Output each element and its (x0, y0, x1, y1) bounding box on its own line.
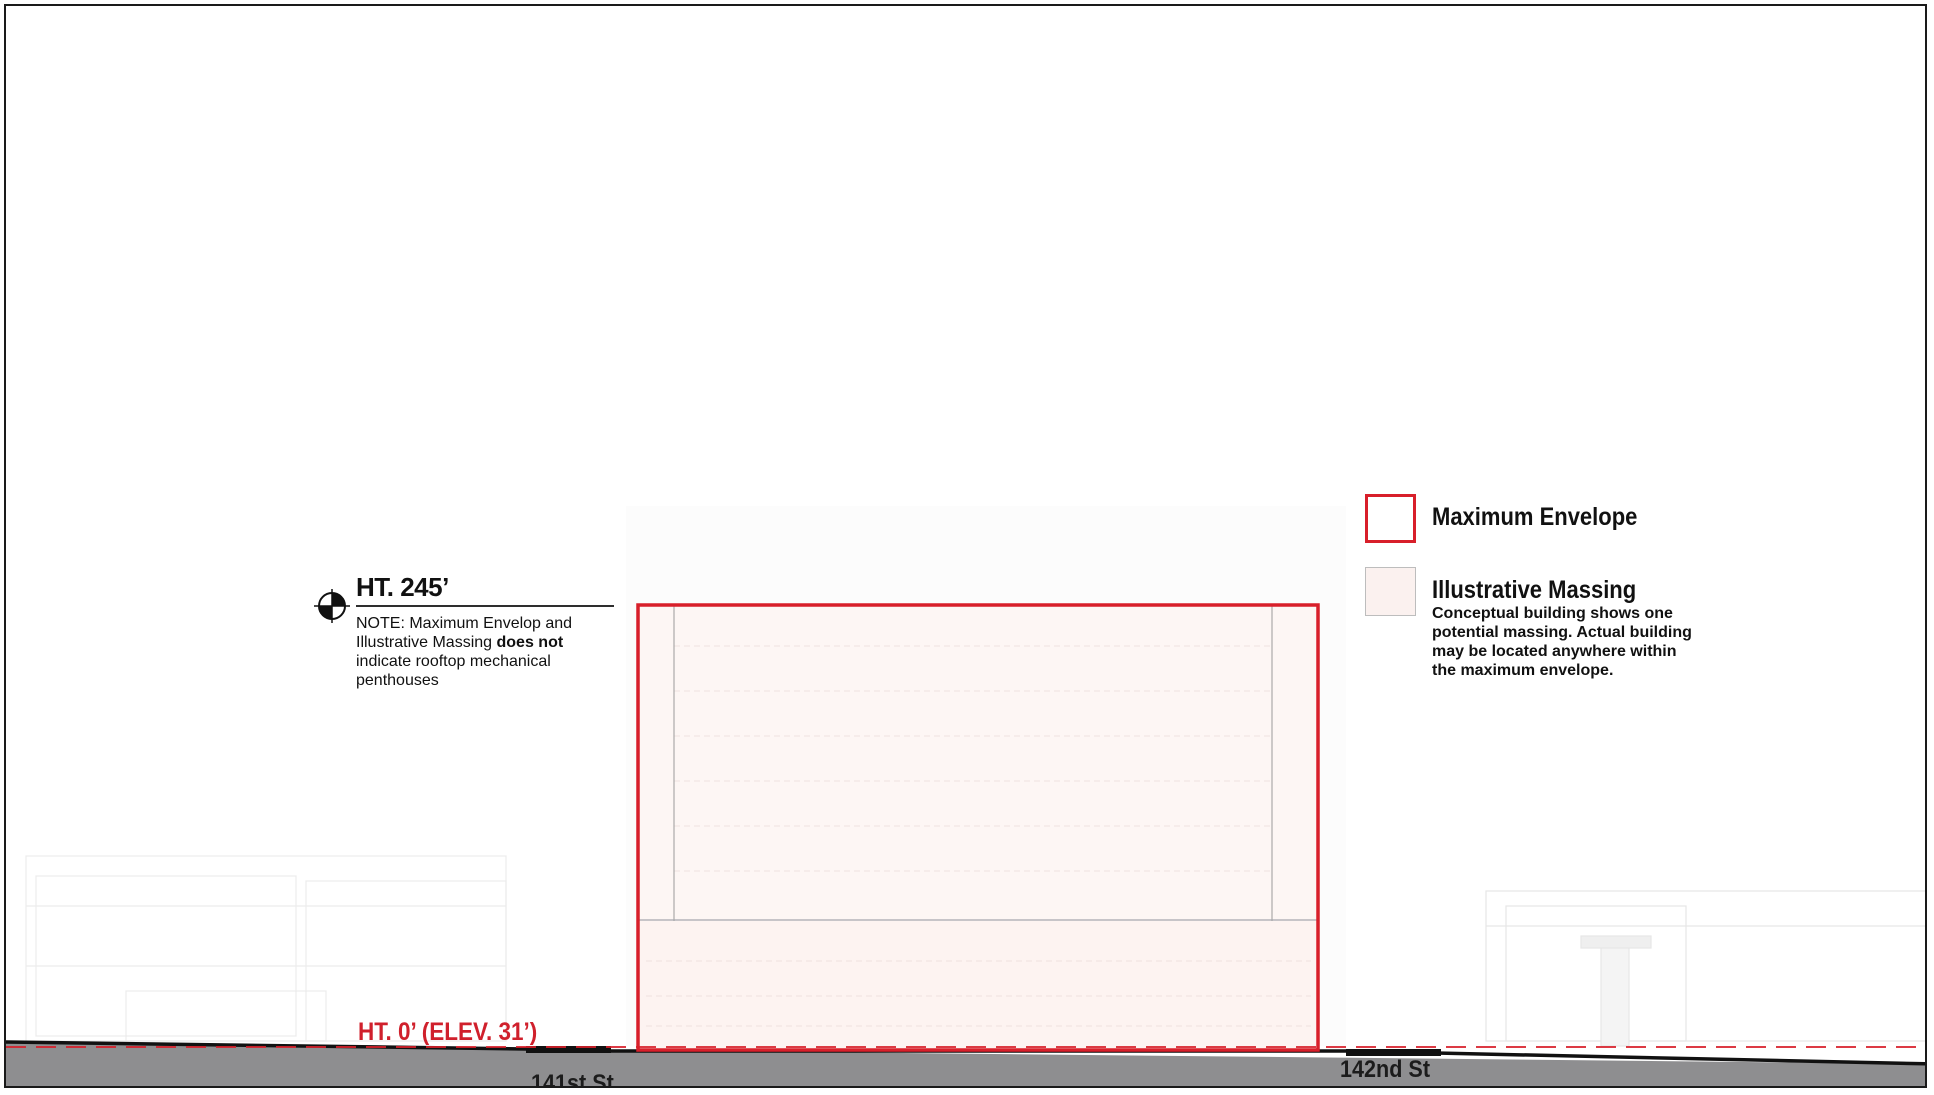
context-buildings-right (1485, 890, 1925, 1047)
height-label: HT. 245’ (356, 572, 449, 602)
ground-elevation-label: HT. 0’ (ELEV. 31’) (358, 1018, 538, 1046)
legend-massing-swatch (1365, 567, 1416, 616)
elevation-drawing (6, 506, 1925, 1086)
legend-massing-description: Conceptual building shows one potential … (1432, 605, 1692, 679)
drawing-frame: HT. 245’ NOTE: Maximum Envelop and Illus… (4, 4, 1927, 1088)
legend-massing-title: Illustrative Massing (1432, 576, 1637, 604)
height-marker-icon (314, 589, 350, 623)
legend-envelope-title: Maximum Envelope (1432, 503, 1638, 531)
street-label-141st: 141st St (531, 1070, 614, 1088)
height-note: NOTE: Maximum Envelop and Illustrative M… (356, 614, 621, 690)
context-buildings-left (25, 855, 507, 1042)
note-emphasis: does not (496, 634, 564, 651)
street-label-142nd: 142nd St (1340, 1056, 1431, 1083)
illustrative-massing (638, 606, 1318, 1051)
legend-envelope-swatch (1365, 494, 1416, 543)
note-text-end: indicate rooftop mechanical penthouses (356, 653, 551, 689)
